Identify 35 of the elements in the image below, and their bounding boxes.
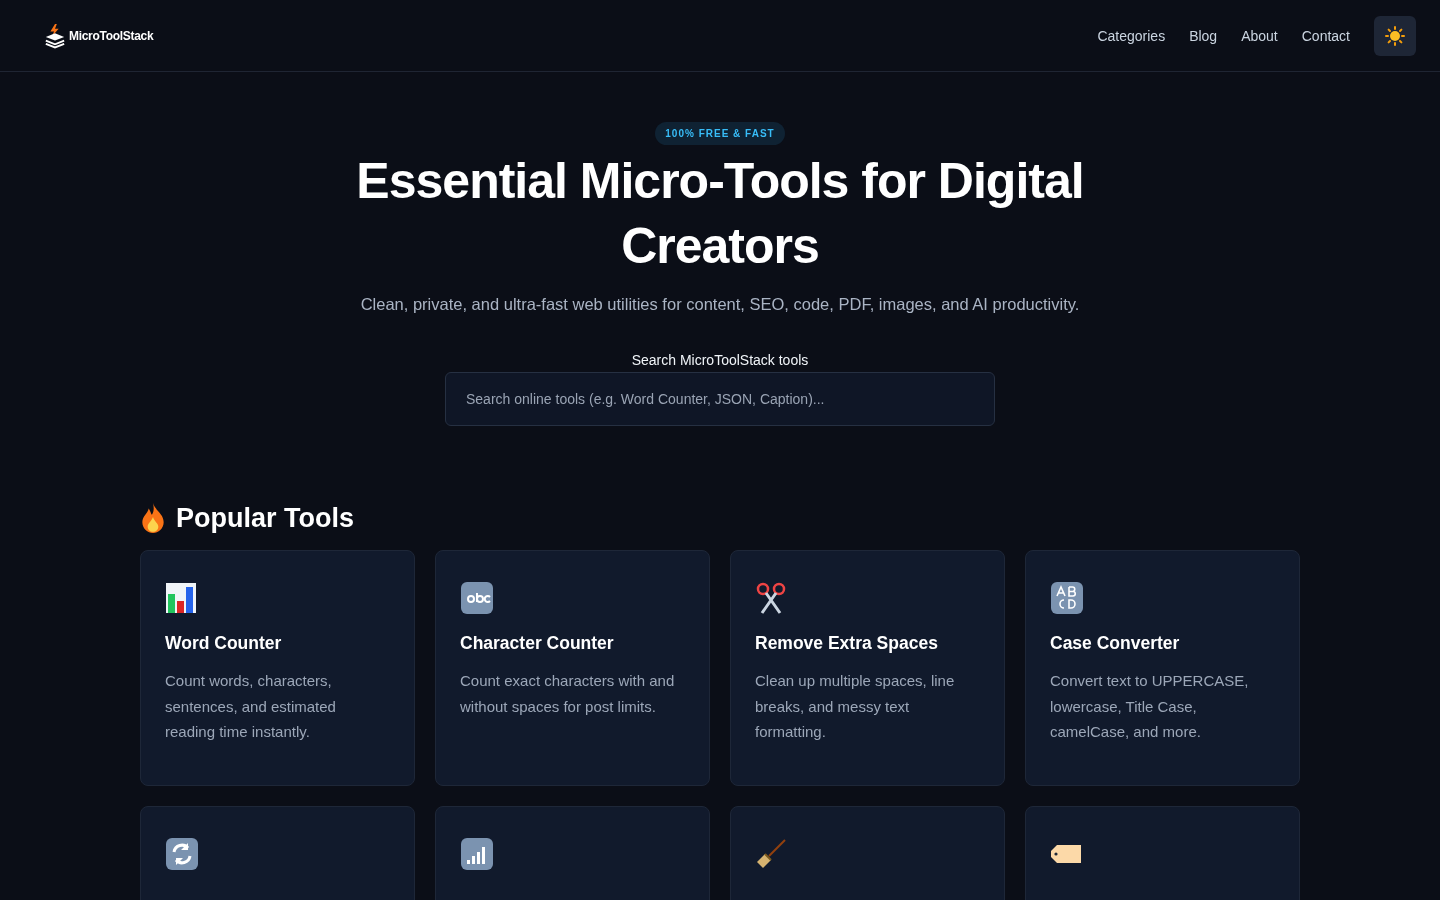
sun-icon [1385,25,1405,46]
logo-link[interactable]: MicroToolStack [44,22,154,49]
tool-card[interactable]: Remove Extra Spaces Clean up multiple spaces, line breaks, and messy text formatting. [730,550,1005,786]
abc-icon [460,581,494,615]
nav-link[interactable]: About [1241,27,1278,44]
nav-link[interactable]: Categories [1097,27,1166,44]
signal-bars-icon [460,837,494,871]
card-description: Convert text to UPPERCASE, lowercase, Title Case, camelCase, and more. [1050,671,1250,742]
theme-toggle-button[interactable] [1374,15,1416,56]
search-field[interactable]: Search online tools (e.g. Word Counter, JSON, Caption)... [445,372,995,426]
card-description: Count exact characters with and without spaces for post limits. [460,671,676,717]
broom-icon [755,838,787,870]
search-label: Search MicroToolStack tools [631,352,809,368]
bar-chart-icon [165,582,197,614]
scissors-icon [755,582,787,614]
hero-subtitle: Clean, private, and ultra-fast web utilities for content, SEO, code, PDF, images, and AI productivity. [360,295,1080,314]
tool-card[interactable]: Character Counter Count exact characters with and without spaces for post limits. [435,550,710,786]
card-title: Word Counter [165,633,283,654]
tag-icon [1050,842,1084,866]
hero-title: Essential Micro-Tools for Digital Creators [355,152,1085,276]
stack-icon [44,22,66,49]
letters-icon [1050,581,1084,615]
card-title: Remove Extra Spaces [755,633,939,654]
card-title: Character Counter [460,633,615,654]
card-description: Count words, characters, sentences, and estimated reading time instantly. [165,671,337,742]
nav-link[interactable]: Blog [1189,27,1218,44]
tool-card[interactable]: Case Converter Convert text to UPPERCASE, lowercase, Title Case, camelCase, and more. [1025,550,1300,786]
refresh-icon [165,837,199,871]
tool-card[interactable]: Word Counter Count words, characters, sentences, and estimated reading time instantly. [140,550,415,786]
section-title: Popular Tools [176,502,354,534]
hero-badge: 100% FREE & FAST [655,122,785,145]
fire-icon [140,502,166,534]
card-title: Case Converter [1050,633,1181,654]
card-description: Clean up multiple spaces, line breaks, and messy text formatting. [755,671,956,742]
nav-link[interactable]: Contact [1301,27,1350,44]
